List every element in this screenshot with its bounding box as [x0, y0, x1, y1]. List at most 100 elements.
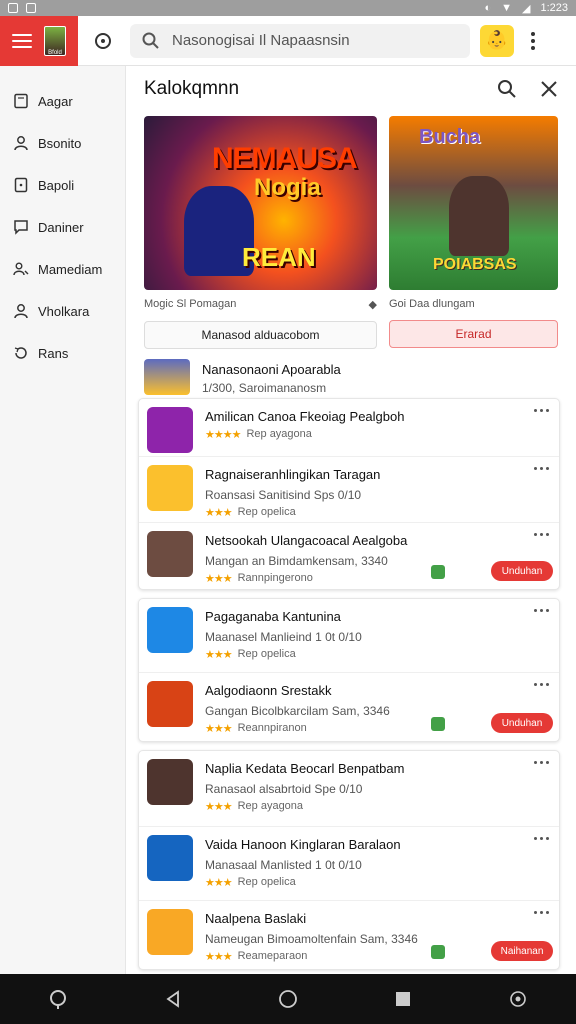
featured-row: NEMAUSA Nogia REAN Mogic Sl Pomagan ◆ Ma… [126, 112, 576, 349]
tablet-icon [12, 177, 29, 194]
rating-text: Rannpingerono [237, 572, 313, 584]
back-icon[interactable] [161, 987, 185, 1011]
settings-icon[interactable] [506, 987, 530, 1011]
more-options-icon[interactable] [534, 683, 549, 686]
rating-stars: ★★★ [205, 951, 233, 963]
download-icon [431, 717, 445, 731]
list-item-subtitle: Manasaal Manlisted 1 0t 0/10 [205, 858, 362, 872]
sidebar-item-rans[interactable]: Rans [0, 332, 125, 374]
list-item-subtitle: 1/300, Saroimananosm [202, 380, 327, 395]
rating-stars: ★★★ [205, 801, 233, 813]
rating-stars: ★★★ [205, 573, 233, 585]
featured-banner-image[interactable]: NEMAUSA Nogia REAN [144, 116, 377, 290]
list-item[interactable]: Pagaganaba Kantunina Maanasel Manlieind … [139, 599, 559, 673]
app-icon [147, 909, 193, 955]
panel-title: Kalokqmnn [144, 78, 240, 99]
more-options-icon[interactable] [534, 409, 549, 412]
close-icon[interactable] [540, 80, 558, 98]
rating-stars: ★★★ [205, 649, 233, 661]
history-button[interactable] [92, 30, 114, 52]
list-item[interactable]: Ragnaiseranhlingikan Taragan Roansasi Sa… [139, 457, 559, 523]
sidebar-item-mamediam[interactable]: Mamediam [0, 248, 125, 290]
rating-text: Rep opelica [237, 876, 296, 888]
more-options-icon[interactable] [530, 31, 536, 50]
book-icon [12, 93, 29, 110]
install-button[interactable]: Naihanan [491, 941, 553, 961]
featured-action-button[interactable]: Manasod alduacobom [144, 321, 377, 349]
list-item-title: Vaida Hanoon Kinglaran Baralaon [205, 837, 401, 852]
menu-button[interactable]: Bfold [0, 15, 78, 66]
hero-figure [449, 176, 509, 256]
avatar-emoji: 👶 [485, 30, 509, 50]
recents-icon[interactable] [391, 987, 415, 1011]
signal-icon: ◢ [522, 2, 531, 15]
home-icon[interactable] [276, 987, 300, 1011]
app-icon [147, 681, 193, 727]
search-icon[interactable] [496, 78, 518, 100]
clock-icon [95, 32, 111, 49]
pin-icon: ◆ [368, 299, 377, 311]
app-icon [147, 835, 193, 881]
sidebar-item-aagar[interactable]: Aagar [0, 80, 125, 122]
download-icon [431, 945, 445, 959]
sidebar-item-label: Vholkara [38, 303, 90, 319]
wifi-icon: ▼ [501, 2, 512, 14]
list-item-title: Naplia Kedata Beocarl Benpatbam [205, 761, 405, 776]
list-item[interactable]: Naalpena Baslaki Nameugan Bimoamoltenfai… [139, 901, 559, 969]
list-item[interactable]: Naplia Kedata Beocarl Benpatbam Ranasaol… [139, 751, 559, 827]
more-options-icon[interactable] [534, 609, 549, 612]
results-panel: Kalokqmnn NEMAUSA Nogia REAN Mogic Sl Po… [126, 66, 576, 974]
sidebar-item-daniner[interactable]: Daniner [0, 206, 125, 248]
app-logo: Bfold [44, 25, 66, 56]
list-item-title: Naalpena Baslaki [205, 911, 307, 926]
list-item[interactable]: Netsookah Ulangacoacal Aealgoba Mangan a… [139, 523, 559, 589]
more-options-icon[interactable] [534, 911, 549, 914]
featured-card[interactable]: NEMAUSA Nogia REAN Mogic Sl Pomagan ◆ Ma… [144, 116, 377, 349]
featured-caption-text: Goi Daa dlungam [389, 298, 475, 310]
app-icon [147, 607, 193, 653]
rating-stars: ★★★ [205, 507, 233, 519]
sidebar-item-label: Bsonito [38, 135, 82, 151]
more-options-icon[interactable] [534, 533, 549, 536]
rating-text: Rep ayagona [237, 800, 304, 812]
sidebar-item-bapoli[interactable]: Bapoli [0, 164, 125, 206]
clock: 1:223 [540, 2, 568, 14]
sidebar-item-label: Aagar [38, 93, 73, 109]
notification-icon [8, 3, 18, 13]
user-icon [12, 135, 29, 152]
more-options-icon[interactable] [534, 467, 549, 470]
list-item[interactable]: Amilican Canoa Fkeoiag Pealgboh ★★★★ Rep … [139, 399, 559, 457]
top-bar: Bfold Nasonogisai Il Napaasnsin 👶 [0, 15, 576, 66]
sidebar-item-vholkara[interactable]: Vholkara [0, 290, 125, 332]
list-item-subtitle: Roansasi Sanitisind Sps 0/10 [205, 488, 362, 502]
featured-banner-image[interactable]: Bucha POIABSAS [389, 116, 558, 290]
rating-text: Rep opelica [237, 506, 296, 518]
history-icon [12, 345, 29, 362]
app-logo-text: Bfold [48, 49, 62, 56]
install-button[interactable]: Unduhan [491, 713, 553, 733]
person-icon [12, 303, 29, 320]
avatar[interactable]: 👶 [480, 24, 514, 57]
banner-title: Bucha [419, 126, 481, 148]
app-icon [147, 759, 193, 805]
hamburger-icon [12, 33, 32, 48]
panel-header: Kalokqmnn [126, 66, 576, 112]
list-item[interactable]: Vaida Hanoon Kinglaran Baralaon Manasaal… [139, 827, 559, 901]
list-item-subtitle: Maanasel Manlieind 1 0t 0/10 [205, 630, 362, 644]
app-icon [147, 407, 193, 453]
list-item[interactable]: Nanasonaoni Apoarabla 1/300, Saroimanano… [144, 355, 558, 399]
search-text: Nasonogisai Il Napaasnsin [172, 32, 350, 49]
sidebar-item-bsonito[interactable]: Bsonito [0, 122, 125, 164]
sidebar-item-label: Bapoli [38, 177, 75, 193]
more-options-icon[interactable] [534, 837, 549, 840]
search-bar[interactable]: Nasonogisai Il Napaasnsin [130, 23, 470, 58]
list-item[interactable]: Aalgodiaonn Srestakk Gangan Bicolbkarcil… [139, 673, 559, 741]
app-icon [144, 359, 190, 395]
chat-icon [12, 219, 29, 236]
assistant-icon[interactable] [46, 987, 70, 1011]
featured-action-button[interactable]: Erarad [389, 320, 558, 348]
banner-title: NEMAUSA [212, 142, 358, 175]
more-options-icon[interactable] [534, 761, 549, 764]
install-button[interactable]: Unduhan [491, 561, 553, 581]
featured-card[interactable]: Bucha POIABSAS Goi Daa dlungam Erarad [389, 116, 558, 349]
